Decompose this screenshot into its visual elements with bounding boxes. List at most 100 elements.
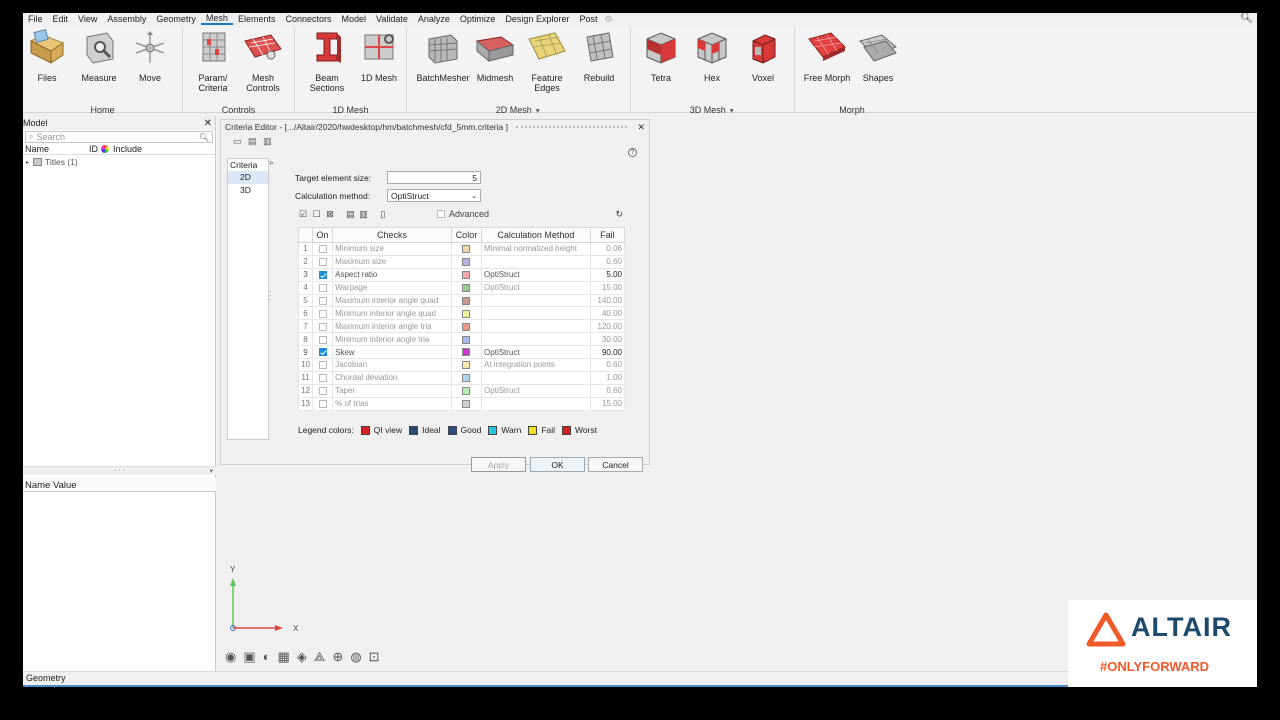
tree-item-titles[interactable]: ▸ Titles (1) [26, 157, 212, 167]
row-method[interactable]: OptiStruct [481, 280, 591, 295]
color-swatch[interactable] [462, 335, 471, 344]
column-color[interactable]: Color [450, 227, 483, 243]
menu-analyze[interactable]: Analyze [413, 14, 455, 24]
target-size-input[interactable]: 5 [387, 171, 481, 184]
delete-icon[interactable]: ▯ [380, 209, 385, 219]
save-icon[interactable]: ▤ [248, 136, 257, 146]
row-on-cell[interactable] [311, 370, 334, 385]
color-swatch[interactable] [462, 374, 471, 383]
expand-arrow-icon[interactable]: ▸ [26, 159, 29, 166]
column-fail[interactable]: Fail [589, 227, 626, 243]
menu-view[interactable]: View [73, 14, 102, 24]
reset-icon[interactable]: ↻ [615, 209, 623, 220]
row-on-cell[interactable] [311, 293, 334, 308]
row-checkbox[interactable] [318, 309, 327, 318]
row-color-cell[interactable] [450, 332, 483, 347]
row-color-cell[interactable] [450, 370, 483, 385]
row-fail-value[interactable]: 1.00 [589, 370, 626, 385]
menu-optimize[interactable]: Optimize [455, 14, 501, 24]
row-on-cell[interactable] [311, 242, 334, 256]
row-color-cell[interactable] [450, 345, 483, 360]
row-fail-value[interactable]: 90.00 [589, 345, 626, 360]
search-icon[interactable]: 🔍︎ [1240, 13, 1253, 24]
row-fail-value[interactable]: 30.00 [589, 332, 626, 347]
lock-icon[interactable]: ⊡ [369, 649, 380, 665]
row-color-cell[interactable] [450, 319, 483, 334]
batchmesher-tool[interactable]: BatchMesher [415, 29, 471, 83]
color-swatch[interactable] [462, 322, 471, 331]
menu-elements[interactable]: Elements [233, 14, 281, 24]
close-icon[interactable]: ✕ [637, 122, 645, 133]
row-checkbox[interactable] [318, 374, 327, 383]
table-row[interactable]: 2 Maximum size 0.60 [298, 254, 626, 269]
menu-file[interactable]: File [23, 14, 48, 24]
row-method[interactable] [481, 293, 591, 308]
zoom-icon[interactable]: ⊕ [332, 649, 343, 665]
table-row[interactable]: 10 Jacobian At integration points 0.60 [298, 358, 626, 372]
row-on-cell[interactable] [311, 383, 334, 398]
row-fail-value[interactable]: 120.00 [589, 319, 626, 334]
row-checkbox[interactable] [318, 348, 327, 357]
param-criteria-tool[interactable]: Param/ Criteria [185, 29, 241, 93]
feature-edges-tool[interactable]: Feature Edges [519, 29, 575, 93]
table-row[interactable]: 3 Aspect ratio OptiStruct 5.00 [298, 267, 626, 282]
column-name[interactable]: Name [23, 144, 89, 154]
row-on-cell[interactable] [311, 358, 334, 372]
row-method[interactable]: At integration points [481, 358, 591, 372]
row-color-cell[interactable] [450, 396, 483, 411]
components-icon[interactable]: ◈ [297, 649, 307, 665]
column-method[interactable]: Calculation Method [481, 227, 591, 243]
table-row[interactable]: 6 Minimum interior angle quad 40.00 [298, 306, 626, 321]
collapse-arrow-icon[interactable]: » [269, 158, 273, 167]
row-fail-value[interactable]: 0.06 [589, 242, 626, 256]
table-row[interactable]: 4 Warpage OptiStruct 15.00 [298, 280, 626, 295]
hex-tool[interactable]: Hex [684, 29, 740, 83]
row-method[interactable] [481, 319, 591, 334]
color-swatch[interactable] [462, 387, 471, 396]
column-checks[interactable]: Checks [332, 227, 452, 243]
legend-item-worst[interactable]: Worst [562, 425, 597, 435]
menu-assembly[interactable]: Assembly [102, 14, 151, 24]
row-fail-value[interactable]: 15.00 [589, 396, 626, 411]
row-color-cell[interactable] [450, 293, 483, 308]
menu-post[interactable]: Post [574, 14, 602, 24]
open-folder-icon[interactable]: ▭ [233, 136, 242, 146]
measure-tool[interactable]: Measure [71, 29, 127, 83]
color-swatch[interactable] [462, 284, 471, 292]
menu-validate[interactable]: Validate [371, 14, 413, 24]
camera-icon[interactable]: ▣ [243, 649, 255, 665]
gear-icon[interactable]: ⚙ [602, 14, 614, 25]
row-color-cell[interactable] [450, 358, 483, 372]
row-method[interactable] [481, 332, 591, 347]
column-id[interactable]: ID [89, 144, 101, 154]
row-on-cell[interactable] [311, 396, 334, 411]
grid-icon[interactable]: ▦ [278, 649, 290, 665]
copy-icon[interactable]: ▤ [346, 209, 355, 219]
legend-item-ideal[interactable]: Ideal [409, 425, 441, 435]
table-row[interactable]: 7 Maximum interior angle tria 120.00 [298, 319, 626, 334]
cancel-button[interactable]: Cancel [588, 457, 643, 472]
table-row[interactable]: 5 Maximum interior angle quad 140.00 [298, 293, 626, 308]
rebuild-tool[interactable]: Rebuild [571, 29, 627, 83]
voxel-tool[interactable]: Voxel [735, 29, 791, 83]
row-method[interactable] [481, 370, 591, 385]
legend-item-warn[interactable]: Warn [488, 425, 521, 435]
close-icon[interactable]: ✕ [204, 118, 212, 129]
apply-button[interactable]: Apply [471, 457, 526, 472]
row-color-cell[interactable] [450, 280, 483, 295]
row-checkbox[interactable] [318, 361, 327, 370]
paste-icon[interactable]: ▥ [359, 209, 368, 219]
row-color-cell[interactable] [450, 306, 483, 321]
ok-button[interactable]: OK [530, 457, 585, 472]
drag-handle[interactable] [515, 126, 628, 128]
axis-icon[interactable]: ⟁ [314, 649, 326, 665]
row-checkbox[interactable] [318, 335, 327, 344]
column-include[interactable]: Include [113, 144, 142, 154]
table-row[interactable]: 12 Taper OptiStruct 0.60 [298, 383, 626, 398]
color-swatch[interactable] [462, 361, 471, 370]
row-on-cell[interactable] [311, 332, 334, 347]
row-on-cell[interactable] [311, 345, 334, 360]
menu-connectors[interactable]: Connectors [280, 14, 336, 24]
row-fail-value[interactable]: 40.00 [589, 306, 626, 321]
row-checkbox[interactable] [318, 322, 327, 331]
